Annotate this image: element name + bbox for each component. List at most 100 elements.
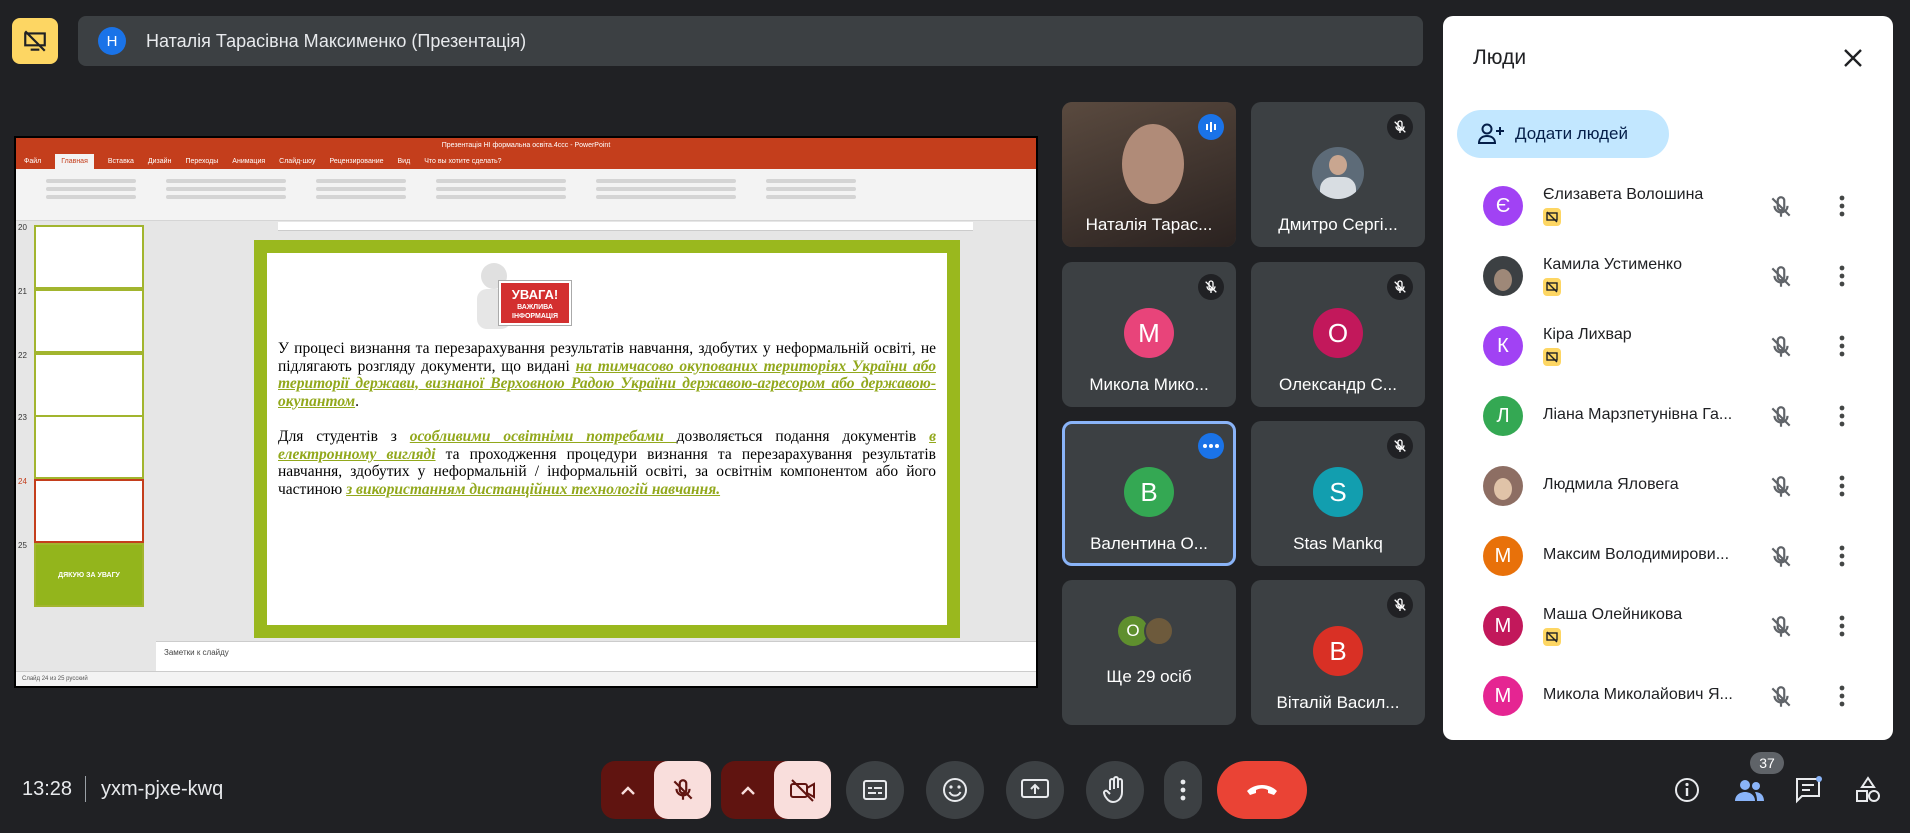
sign-subtitle: ВАЖЛИВА ІНФОРМАЦІЯ [512,304,558,320]
slide-number: 21 [18,287,27,296]
leave-call-button[interactable] [1217,761,1307,819]
camera-off-icon [789,779,815,802]
more-vert-icon[interactable] [1839,474,1845,498]
mic-off-icon[interactable] [1768,264,1794,290]
participant-name: Валентина О... [1090,534,1208,553]
more-vert-icon[interactable] [1839,334,1845,358]
list-item[interactable]: Камила Устименко [1443,242,1893,312]
close-icon[interactable] [1839,44,1867,72]
more-vert-icon[interactable] [1839,194,1845,218]
list-item[interactable]: Людмила Яловега [1443,452,1893,522]
add-person-icon [1477,123,1504,144]
mic-off-icon [1387,592,1413,618]
slide-paragraph-2: Для студентів з особливими освітніми пот… [278,428,936,498]
chat-button[interactable] [1790,772,1826,808]
slide-thumbnail[interactable]: ДЯКУЮ ЗА УВАГУ [34,543,144,607]
info-icon [1675,778,1699,802]
presenting-badge-icon [1543,628,1561,646]
list-item[interactable]: Л Ліана Марзпетунівна Га... [1443,382,1893,452]
paragraph-text: Для студентів з [278,428,410,445]
ribbon-tab: Главная [55,154,94,169]
participant-tile[interactable]: М Микола Мико... [1062,262,1236,407]
avatar [1483,466,1523,506]
camera-toggle-button[interactable] [774,761,831,819]
emoji-button[interactable] [926,761,984,819]
mic-off-icon[interactable] [1768,194,1794,220]
highlighted-text: з використанням дистанційних технологій … [346,480,721,498]
present-button[interactable] [1006,761,1064,819]
slide-content: УВАГА! ВАЖЛИВА ІНФОРМАЦІЯ У процесі визн… [267,253,947,625]
avatar: М [1124,308,1174,358]
person-name: Максим Володимирови... [1543,546,1730,563]
mic-off-icon [1198,274,1224,300]
paragraph-text: . [355,392,359,410]
more-vert-icon[interactable] [1839,544,1845,568]
ribbon-tab: Файл [24,158,42,165]
list-item[interactable]: М Маша Олейникова [1443,592,1893,662]
captions-icon [863,780,887,800]
participant-tile[interactable]: S Stas Mankq [1251,421,1425,566]
mic-toggle-button[interactable] [654,761,711,819]
avatar [1312,147,1364,199]
add-people-button[interactable]: Додати людей [1457,110,1669,158]
avatar: Є [1483,186,1523,226]
participant-tile[interactable]: Наталія Тарас... [1062,102,1236,247]
ribbon-tab: Что вы хотите сделать? [424,158,502,165]
more-vert-icon[interactable] [1839,264,1845,288]
mic-control [601,761,711,819]
clock: 13:28 [22,778,73,800]
more-options-icon[interactable] [1198,433,1224,459]
mic-off-icon[interactable] [1768,334,1794,360]
list-item[interactable]: Є Єлизавета Волошина [1443,176,1893,242]
current-slide: УВАГА! ВАЖЛИВА ІНФОРМАЦІЯ У процесі визн… [254,240,960,638]
more-options-button[interactable] [1164,761,1202,819]
participant-name: Наталія Тарас... [1085,215,1213,234]
slide-number: 23 [18,413,27,422]
window-title: Презентація НІ формальна освіта.4ccc - P… [16,138,1036,154]
mic-off-icon[interactable] [1768,544,1794,570]
chevron-up-icon[interactable] [721,761,774,819]
slide-thumbnail-selected[interactable] [34,479,144,543]
avatar: В [1313,626,1363,676]
people-button[interactable] [1731,772,1767,808]
list-item[interactable]: М Максим Володимирови... [1443,522,1893,592]
slide-thumbnail[interactable] [34,353,144,417]
slide-thumbnails: 20 21 22 23 24 25 ДЯКУЮ ЗА УВАГУ [16,221,156,671]
mic-off-icon[interactable] [1768,614,1794,640]
ribbon-group [166,175,286,203]
ribbon-tab: Дизайн [147,158,172,165]
participant-tile[interactable]: Дмитро Сергі... [1251,102,1425,247]
raise-hand-button[interactable] [1086,761,1144,819]
more-vert-icon[interactable] [1839,684,1845,708]
more-vert-icon[interactable] [1839,614,1845,638]
mic-off-icon[interactable] [1768,474,1794,500]
more-participants-tile[interactable]: О Ще 29 осіб [1062,580,1236,725]
slide-number: 24 [18,477,27,486]
more-vert-icon[interactable] [1839,404,1845,428]
speaking-indicator-icon [1198,114,1224,140]
captions-button[interactable] [846,761,904,819]
participant-tile-pinned[interactable]: В Валентина О... [1062,421,1236,566]
ribbon-tab: Вид [397,158,411,165]
chevron-up-icon[interactable] [601,761,654,819]
meeting-details-button[interactable] [1669,772,1705,808]
presenter-title: Наталія Тарасівна Максименко (Презентаці… [146,30,527,51]
mic-off-icon[interactable] [1768,404,1794,430]
mic-off-icon[interactable] [1768,684,1794,710]
participant-tile[interactable]: В Віталій Васил... [1251,580,1425,725]
slide-thumbnail[interactable] [34,415,144,479]
list-item[interactable]: М Микола Миколайович Я... [1443,662,1893,732]
camera-control [721,761,831,819]
paragraph-text: дозволяється подання документів [676,428,930,445]
presentation-icon-button[interactable] [12,18,58,64]
presenter-bar: Н Наталія Тарасівна Максименко (Презента… [78,16,1423,66]
slide-thumbnail[interactable] [34,225,144,289]
list-item[interactable]: К Кіра Лихвар [1443,312,1893,382]
panel-title: Люди [1473,46,1527,69]
participant-tile[interactable]: О Олександр С... [1251,262,1425,407]
avatar: К [1483,326,1523,366]
activities-button[interactable] [1850,772,1886,808]
person-name: Маша Олейникова [1543,606,1683,623]
slide-thumbnail[interactable] [34,289,144,353]
highlighted-text: особливими освітніми потребами [409,428,677,445]
